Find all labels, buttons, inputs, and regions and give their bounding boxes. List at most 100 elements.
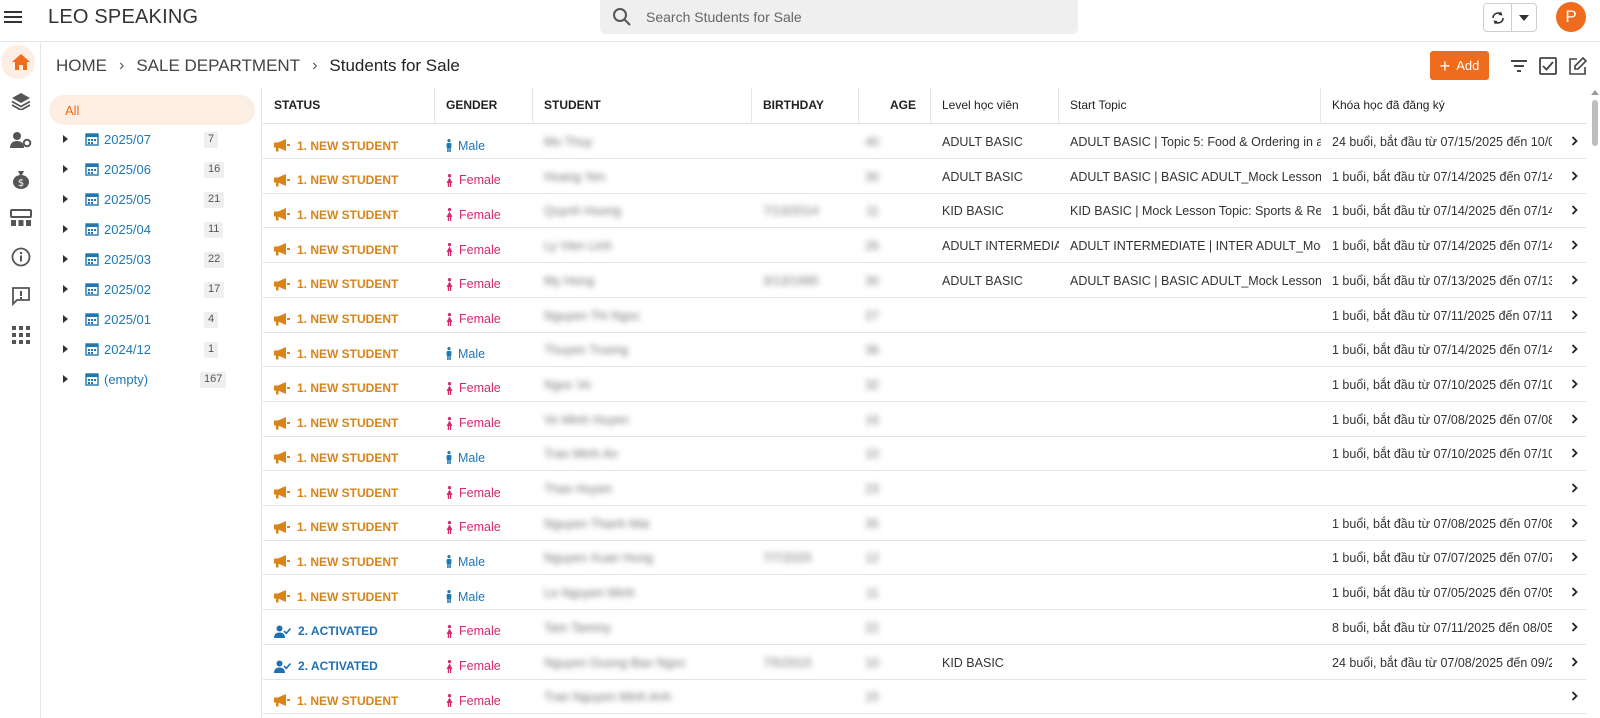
chevron-right-icon[interactable] — [1571, 587, 1578, 597]
column-level[interactable]: Level học viên — [931, 88, 1059, 124]
table-row[interactable]: 1. NEW STUDENT Male Mo Thuy 40 ADULT BASIC AD… — [263, 124, 1586, 159]
search-bar[interactable] — [600, 0, 1078, 34]
sync-button[interactable] — [1484, 4, 1513, 31]
table-row[interactable]: 2. ACTIVATED Female Tam Tammy 22 8 buổi, bắt… — [263, 610, 1586, 645]
column-status[interactable]: STATUS — [263, 88, 435, 124]
student-name-cell[interactable]: Ngoc Vo — [544, 367, 744, 401]
column-start-topic[interactable]: Start Topic — [1059, 88, 1321, 124]
chevron-right-icon[interactable] — [1571, 309, 1578, 320]
rail-org[interactable] — [0, 199, 41, 237]
column-birthday[interactable]: BIRTHDAY — [752, 88, 859, 124]
table-row[interactable]: 1. NEW STUDENT Female Ngoc Vo 32 1 buổi, bắt… — [263, 367, 1586, 402]
hamburger-menu-icon[interactable] — [4, 6, 28, 30]
scroll-up-icon[interactable] — [1591, 90, 1599, 95]
chevron-right-icon[interactable] — [1571, 448, 1578, 458]
student-name-cell[interactable]: Hoang Yen — [544, 159, 744, 193]
rail-info[interactable] — [0, 238, 41, 276]
column-gender[interactable]: GENDER — [435, 88, 533, 124]
student-name-cell[interactable]: Nguyen Duong Bao Ngoc — [544, 645, 744, 679]
chevron-right-icon[interactable] — [1571, 379, 1578, 389]
chevron-right-icon[interactable] — [1571, 275, 1578, 285]
column-age[interactable]: AGE — [859, 88, 931, 124]
chevron-right-icon[interactable] — [1571, 552, 1578, 563]
table-row[interactable]: 1. NEW STUDENT Female Thao Huyen 23 — [263, 471, 1586, 506]
rail-home[interactable] — [0, 43, 41, 81]
student-name-cell[interactable]: Thao Huyen — [544, 471, 744, 505]
edit-button[interactable] — [1566, 55, 1588, 77]
student-name-cell[interactable]: Mo Thuy — [544, 124, 744, 158]
table-row[interactable]: 1. NEW STUDENT Female Hoang Yen 30 ADULT BAS… — [263, 159, 1586, 194]
caret-right-icon[interactable] — [63, 195, 68, 203]
chevron-right-icon[interactable] — [1571, 171, 1578, 181]
table-row[interactable]: 1. NEW STUDENT Female Vo Minh Huyen 16 1 buổ… — [263, 402, 1586, 437]
column-registered-course[interactable]: Khóa học đã đăng ký — [1321, 88, 1586, 124]
search-input[interactable] — [646, 6, 1056, 28]
table-row[interactable]: 1. NEW STUDENT Female Quynh Huong 7/13/2014… — [263, 193, 1586, 229]
rail-money[interactable]: $ — [0, 160, 41, 198]
rail-layers[interactable] — [0, 82, 41, 120]
select-button[interactable] — [1537, 55, 1559, 77]
student-name-cell[interactable]: Ly Vien Linh — [544, 228, 744, 262]
chevron-right-icon[interactable] — [1571, 240, 1578, 250]
scrollbar-thumb[interactable] — [1592, 100, 1598, 146]
tree-item[interactable]: 2025/07 7 — [42, 124, 262, 154]
student-name-cell[interactable]: Quynh Huong — [544, 193, 744, 227]
breadcrumb-home[interactable]: HOME — [56, 56, 107, 76]
table-row[interactable]: 1. NEW STUDENT Female Nguyen Thi Ngoc 27 1 b… — [263, 298, 1586, 333]
chevron-right-icon[interactable] — [1571, 483, 1578, 493]
table-row[interactable]: 1. NEW STUDENT Male Thuyen Truong 36 1 buổi,… — [263, 332, 1586, 368]
table-scrollbar[interactable] — [1591, 88, 1600, 718]
caret-right-icon[interactable] — [63, 285, 68, 293]
chevron-right-icon[interactable] — [1571, 691, 1578, 701]
student-name-cell[interactable]: Nguyen Xuan Hung — [544, 540, 744, 574]
caret-right-icon[interactable] — [63, 345, 68, 353]
sync-dropdown-button[interactable] — [1512, 4, 1536, 31]
caret-right-icon[interactable] — [63, 165, 68, 173]
tree-item[interactable]: 2024/12 1 — [42, 334, 262, 364]
chevron-right-icon[interactable] — [1571, 205, 1578, 216]
caret-right-icon[interactable] — [63, 315, 68, 323]
tree-item[interactable]: 2025/02 17 — [42, 274, 262, 304]
user-avatar[interactable]: P — [1556, 2, 1586, 32]
rail-user-settings[interactable] — [0, 121, 41, 159]
chevron-right-icon[interactable] — [1571, 344, 1578, 354]
table-row[interactable]: 1. NEW STUDENT Female Nguyen Thanh Mai 35 1 … — [263, 506, 1586, 541]
tree-item[interactable]: 2025/06 16 — [42, 154, 262, 184]
caret-right-icon[interactable] — [63, 135, 68, 143]
rail-apps[interactable] — [0, 316, 41, 354]
student-name-cell[interactable]: Nguyen Thi Ngoc — [544, 298, 744, 332]
caret-right-icon[interactable] — [63, 375, 68, 383]
student-name-cell[interactable]: Le Nguyen Minh — [544, 575, 744, 609]
table-row[interactable]: 1. NEW STUDENT Female Tran Nguyen Minh Anh… — [263, 679, 1586, 715]
caret-right-icon[interactable] — [63, 255, 68, 263]
caret-right-icon[interactable] — [63, 225, 68, 233]
filter-button[interactable] — [1508, 55, 1530, 77]
tree-item[interactable]: 2025/01 4 — [42, 304, 262, 334]
student-name-cell[interactable]: Tam Tammy — [544, 610, 744, 644]
table-row[interactable]: 1. NEW STUDENT Male Le Nguyen Minh 11 1 buổi… — [263, 575, 1586, 611]
student-name-cell[interactable]: Tran Nguyen Minh Anh — [544, 679, 744, 713]
chevron-right-icon[interactable] — [1571, 622, 1578, 632]
table-row[interactable]: 1. NEW STUDENT Female Ly Vien Linh 26 ADULT … — [263, 228, 1586, 264]
table-row[interactable]: 1. NEW STUDENT Male Nguyen Xuan Hung 7/7/20… — [263, 540, 1586, 576]
tree-item[interactable]: 2025/04 11 — [42, 214, 262, 244]
tree-item[interactable]: (empty) 167 — [42, 364, 262, 394]
student-name-cell[interactable]: My Hong — [544, 263, 744, 297]
tree-item[interactable]: 2025/03 22 — [42, 244, 262, 274]
tree-item-all[interactable]: All — [49, 95, 255, 125]
table-row[interactable]: 1. NEW STUDENT Male Tran Minh An 10 1 buổi, … — [263, 436, 1586, 472]
student-name-cell[interactable]: Tran Minh An — [544, 436, 744, 470]
chevron-right-icon[interactable] — [1571, 413, 1578, 424]
column-student[interactable]: STUDENT — [533, 88, 752, 124]
chevron-right-icon[interactable] — [1571, 656, 1578, 667]
chevron-right-icon[interactable] — [1571, 518, 1578, 528]
table-row[interactable]: 2. ACTIVATED Female Nguyen Duong Bao Ngoc 7… — [263, 645, 1586, 680]
rail-feedback[interactable] — [0, 277, 41, 315]
student-name-cell[interactable]: Thuyen Truong — [544, 332, 744, 366]
chevron-right-icon[interactable] — [1571, 136, 1578, 146]
tree-item[interactable]: 2025/05 21 — [42, 184, 262, 214]
student-name-cell[interactable]: Nguyen Thanh Mai — [544, 506, 744, 540]
add-button[interactable]: + Add — [1430, 51, 1489, 80]
table-row[interactable]: 1. NEW STUDENT Female My Hong 3/13/1995 30 AD… — [263, 263, 1586, 298]
breadcrumb-department[interactable]: SALE DEPARTMENT — [136, 56, 300, 76]
